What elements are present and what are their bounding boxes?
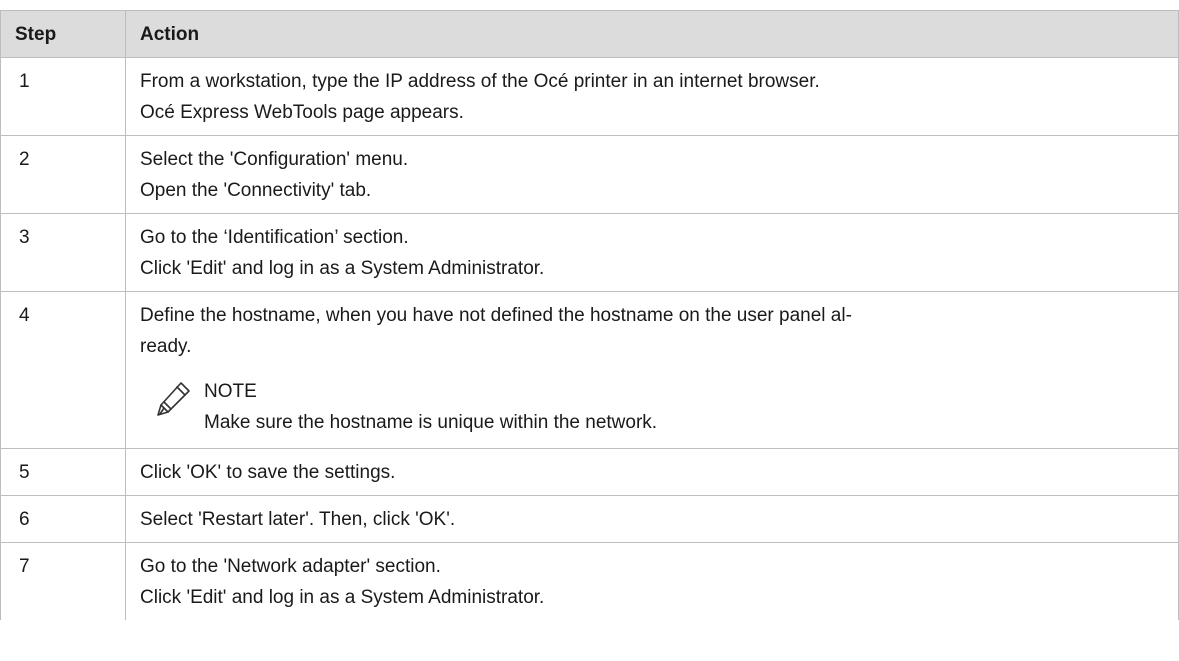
action-cell: Select 'Restart later'. Then, click 'OK'… <box>125 495 1179 543</box>
table-row: 4 Define the hostname, when you have not… <box>0 291 1179 449</box>
step-number: 6 <box>0 495 126 543</box>
table-header-row: Step Action <box>0 10 1179 58</box>
note-block: NOTE Make sure the hostname is unique wi… <box>140 376 1166 441</box>
step-number: 5 <box>0 448 126 496</box>
step-number: 4 <box>0 291 126 449</box>
step-column-header: Step <box>0 10 126 58</box>
step-number: 3 <box>0 213 126 292</box>
table-row: 1 From a workstation, type the IP addres… <box>0 57 1179 136</box>
action-cell: From a workstation, type the IP address … <box>125 57 1179 136</box>
action-column-header: Action <box>125 10 1179 58</box>
step-number: 1 <box>0 57 126 136</box>
procedure-table: Step Action 1 From a workstation, type t… <box>0 10 1179 620</box>
note-text: Make sure the hostname is unique within … <box>204 412 658 433</box>
action-cell: Click 'OK' to save the settings. <box>125 448 1179 496</box>
action-text: ready. <box>140 336 192 357</box>
action-text: Select the 'Configuration' menu. <box>140 149 409 170</box>
step-number: 7 <box>0 542 126 620</box>
action-text: Click 'OK' to save the settings. <box>140 462 396 483</box>
action-text: Define the hostname, when you have not d… <box>140 305 852 326</box>
action-cell: Define the hostname, when you have not d… <box>125 291 1179 449</box>
action-cell: Go to the ‘Identification’ section. Clic… <box>125 213 1179 292</box>
action-text: Océ Express WebTools page appears. <box>140 102 464 123</box>
action-text: Click 'Edit' and log in as a System Admi… <box>140 587 545 608</box>
pencil-note-icon <box>157 382 190 416</box>
note-title: NOTE <box>204 381 257 402</box>
action-text: Click 'Edit' and log in as a System Admi… <box>140 258 545 279</box>
action-cell: Select the 'Configuration' menu. Open th… <box>125 135 1179 214</box>
table-row: 5 Click 'OK' to save the settings. <box>0 448 1179 496</box>
table-row: 7 Go to the 'Network adapter' section. C… <box>0 542 1179 620</box>
action-text: Go to the ‘Identification’ section. <box>140 227 409 248</box>
step-number: 2 <box>0 135 126 214</box>
table-row: 2 Select the 'Configuration' menu. Open … <box>0 135 1179 214</box>
action-cell: Go to the 'Network adapter' section. Cli… <box>125 542 1179 620</box>
table-row: 6 Select 'Restart later'. Then, click 'O… <box>0 495 1179 543</box>
action-text: Select 'Restart later'. Then, click 'OK'… <box>140 509 456 530</box>
action-text: From a workstation, type the IP address … <box>140 71 820 92</box>
action-text: Go to the 'Network adapter' section. <box>140 556 441 577</box>
action-text: Open the 'Connectivity' tab. <box>140 180 372 201</box>
table-row: 3 Go to the ‘Identification’ section. Cl… <box>0 213 1179 292</box>
